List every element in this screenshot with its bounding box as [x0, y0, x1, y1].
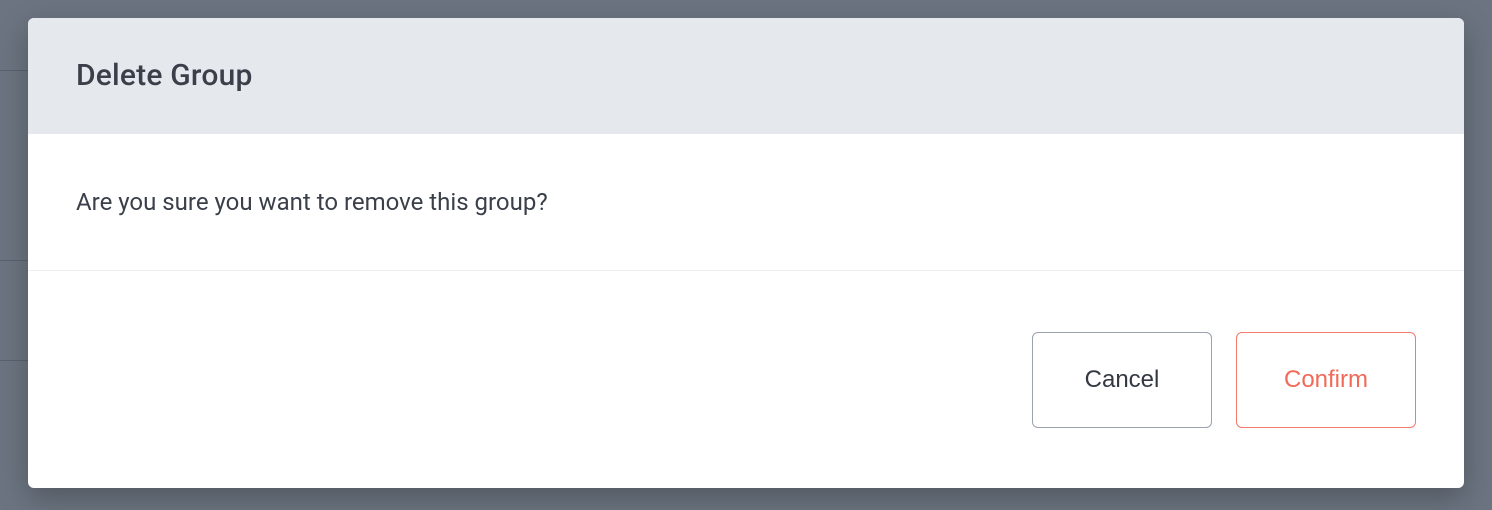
confirm-button[interactable]: Confirm [1236, 332, 1416, 428]
dialog-body: Are you sure you want to remove this gro… [28, 134, 1464, 271]
dialog-title: Delete Group [76, 58, 1416, 93]
background-divider [0, 260, 28, 261]
background-divider [0, 360, 28, 361]
delete-group-dialog: Delete Group Are you sure you want to re… [28, 18, 1464, 488]
cancel-button[interactable]: Cancel [1032, 332, 1212, 428]
dialog-header: Delete Group [28, 18, 1464, 134]
background-divider [0, 70, 28, 71]
dialog-message: Are you sure you want to remove this gro… [76, 188, 1416, 216]
dialog-footer: Cancel Confirm [28, 271, 1464, 488]
